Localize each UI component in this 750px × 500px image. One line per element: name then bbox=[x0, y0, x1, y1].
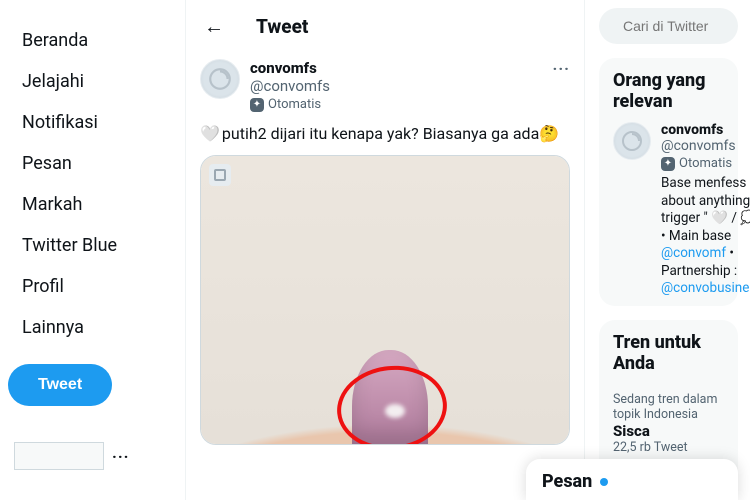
tweet-text-content: putih2 dijari itu kenapa yak? Biasanya g… bbox=[222, 124, 539, 143]
author-avatar[interactable] bbox=[200, 59, 240, 99]
trend-name: Sisca bbox=[613, 422, 724, 440]
avatar-spiral-icon bbox=[207, 66, 233, 92]
unread-dot-icon bbox=[600, 478, 608, 486]
relevant-title: Orang yang relevan bbox=[613, 70, 724, 112]
tweet-text: 🤍putih2 dijari itu kenapa yak? Biasanya … bbox=[200, 124, 570, 145]
nav-notifications[interactable]: Notifikasi bbox=[8, 102, 112, 143]
relevant-people-panel: Orang yang relevan convomfs @convomfs ✦ … bbox=[599, 58, 738, 306]
relevant-automated-text: Otomatis bbox=[679, 156, 732, 171]
author-display-name[interactable]: convomfs bbox=[250, 59, 330, 77]
bio-link-convomf[interactable]: @convomf bbox=[661, 245, 726, 261]
tweet-media[interactable] bbox=[200, 155, 570, 445]
automated-label: ✦ Otomatis bbox=[250, 97, 330, 112]
account-menu-ellipsis-icon[interactable]: ··· bbox=[112, 447, 129, 466]
search-box[interactable] bbox=[599, 8, 738, 44]
trend-count: 22,5 rb Tweet bbox=[613, 440, 724, 455]
bio-link-convobusiness[interactable]: @convobusiness bbox=[661, 280, 750, 296]
tweet-detail-header: ← Tweet bbox=[186, 0, 584, 53]
nav-home[interactable]: Beranda bbox=[8, 20, 102, 61]
nav-explore[interactable]: Jelajahi bbox=[8, 61, 98, 102]
trend-item[interactable]: Sedang tren dalam topik Indonesia Sisca … bbox=[613, 384, 724, 463]
robot-icon: ✦ bbox=[661, 157, 675, 171]
nav-messages[interactable]: Pesan bbox=[8, 143, 86, 184]
tweet-detail: convomfs @convomfs ✦ Otomatis ··· 🤍putih… bbox=[186, 53, 584, 459]
media-multi-icon bbox=[209, 164, 231, 186]
account-switcher[interactable]: ··· bbox=[8, 436, 177, 476]
messages-drawer-label: Pesan bbox=[542, 471, 592, 492]
bio-line-2: trigger " 🤍 / 💭 " • Main base bbox=[661, 210, 750, 244]
account-avatar-placeholder bbox=[14, 442, 104, 470]
nav-more[interactable]: Lainnya bbox=[8, 307, 98, 348]
nav-profile[interactable]: Profil bbox=[8, 266, 78, 307]
back-arrow-icon[interactable]: ← bbox=[200, 10, 228, 43]
relevant-handle[interactable]: @convomfs bbox=[661, 138, 750, 154]
bio-line-1: Base menfess about anything bbox=[661, 175, 750, 209]
relevant-bio: Base menfess about anything trigger " 🤍 … bbox=[661, 175, 750, 298]
relevant-avatar[interactable] bbox=[613, 122, 651, 160]
page-title: Tweet bbox=[256, 15, 308, 38]
left-sidebar: Beranda Jelajahi Notifikasi Pesan Markah… bbox=[0, 0, 185, 500]
relevant-display-name[interactable]: convomfs bbox=[661, 122, 750, 138]
author-handle[interactable]: @convomfs bbox=[250, 77, 330, 95]
trends-title: Tren untuk Anda bbox=[613, 332, 724, 374]
thinking-emoji-icon: 🤔 bbox=[539, 124, 559, 143]
robot-icon: ✦ bbox=[250, 98, 264, 112]
relevant-automated-label: ✦ Otomatis bbox=[661, 156, 750, 171]
nav-bookmarks[interactable]: Markah bbox=[8, 184, 96, 225]
search-input[interactable] bbox=[623, 18, 750, 34]
messages-drawer[interactable]: Pesan bbox=[526, 459, 738, 500]
main-column: ← Tweet convomfs @convomfs ✦ Otomatis ··… bbox=[185, 0, 585, 500]
white-heart-icon: 🤍 bbox=[200, 124, 220, 143]
nav-twitter-blue[interactable]: Twitter Blue bbox=[8, 225, 131, 266]
right-sidebar: Orang yang relevan convomfs @convomfs ✦ … bbox=[585, 0, 750, 500]
automated-label-text: Otomatis bbox=[268, 97, 321, 112]
trend-context: Sedang tren dalam topik Indonesia bbox=[613, 392, 724, 422]
avatar-spiral-icon bbox=[620, 129, 644, 153]
tweet-more-icon[interactable]: ··· bbox=[553, 59, 570, 78]
compose-tweet-button[interactable]: Tweet bbox=[8, 364, 112, 406]
